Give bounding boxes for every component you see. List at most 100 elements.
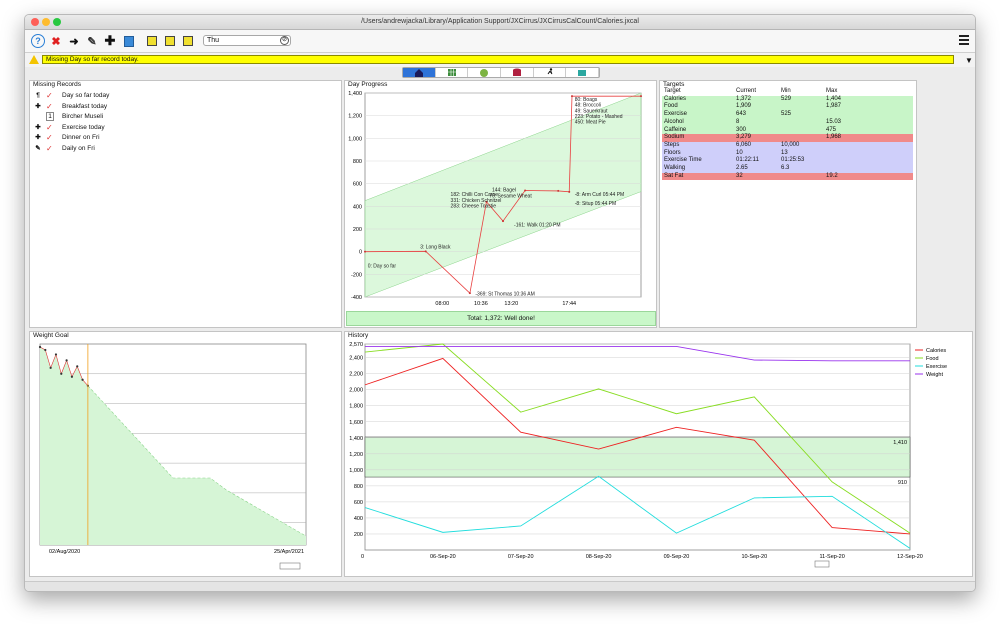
data-label: -161: Walk 01:20 PM xyxy=(514,223,561,229)
target-row[interactable]: Exercise 643 525 xyxy=(662,111,913,119)
target-row[interactable]: Floors 10 13 xyxy=(662,149,913,158)
target-row[interactable]: Steps 6,060 10,000 xyxy=(662,141,913,150)
progress-point xyxy=(524,189,527,192)
legend-label: Calories xyxy=(926,348,946,354)
band-high-label: 1,410 xyxy=(893,440,907,446)
calendar-week-icon[interactable] xyxy=(163,34,177,48)
target-cell: 1,909 xyxy=(736,103,752,110)
missing-record-label: Breakfast today xyxy=(62,102,108,110)
dropdown-triangle-icon[interactable]: ▼ xyxy=(965,56,973,65)
hamburger-menu-icon[interactable] xyxy=(959,35,969,45)
target-cell: Walking xyxy=(664,164,686,171)
target-row[interactable]: Alcohol 8 15.03 xyxy=(662,118,913,127)
target-cell: Sat Fat xyxy=(664,172,684,179)
missing-record-item[interactable]: ✚ ✓ Exercise today xyxy=(32,123,332,133)
fork-knife-icon: ¶ xyxy=(36,92,40,99)
delete-icon[interactable]: ✖ xyxy=(49,34,63,48)
history-panel: History 2,570 2,400 2,200 2,000 1,800 1,600 1,… xyxy=(344,331,973,577)
missing-record-label: Daily on Fri xyxy=(62,144,95,152)
progress-point xyxy=(571,95,573,98)
missing-record-label: Exercise today xyxy=(62,123,105,131)
food-apple-icon[interactable] xyxy=(468,68,502,77)
target-row[interactable]: Exercise Time 01:22:11 01:25:53 xyxy=(662,157,913,165)
status-bar xyxy=(25,581,975,591)
target-cell: 1,968 xyxy=(826,134,842,141)
data-label: -8: Situp 05:44 PM xyxy=(575,201,616,207)
day-selector[interactable]: Thu ⊘ xyxy=(203,35,291,46)
missing-record-item[interactable]: ✚ ✓ Dinner on Fri xyxy=(32,133,332,143)
target-cell: 13 xyxy=(781,149,788,156)
y-tick-label: 2,400 xyxy=(349,356,363,362)
target-cell xyxy=(779,173,824,181)
missing-record-item[interactable]: ✎ ✓ Daily on Fri xyxy=(32,144,332,154)
help-icon[interactable]: ? xyxy=(31,34,45,48)
targets-header-row: Target Current Min Max xyxy=(662,88,913,96)
x-tick-label: 10-Sep-20 xyxy=(741,554,767,560)
target-row[interactable]: Sat Fat 32 19.2 xyxy=(662,172,913,181)
legend-label: Food xyxy=(926,356,939,362)
add-icon[interactable]: ✚ xyxy=(103,33,117,48)
target-cell: 3,279 xyxy=(736,134,752,141)
weight-goal-title: Weight Goal xyxy=(33,332,69,339)
x-tick-label: 25/Apr/2021 xyxy=(274,549,304,555)
database-icon[interactable] xyxy=(501,68,534,77)
target-row[interactable]: Food 1,909 1,987 xyxy=(662,103,913,112)
target-cell: 8 xyxy=(736,118,740,125)
target-cell: Steps xyxy=(664,141,680,148)
weight-goal-chart: 92908886848202/Aug/202025/Apr/2021 xyxy=(38,343,307,570)
forward-arrow-icon[interactable]: ➜ xyxy=(67,34,81,48)
home-icon[interactable] xyxy=(403,68,436,77)
chart-icon[interactable] xyxy=(566,68,600,77)
target-cell xyxy=(824,142,913,150)
progress-point xyxy=(568,190,571,193)
target-row[interactable]: Sodium 3,279 1,968 xyxy=(662,134,913,142)
warning-bar: Missing Day so far record today. xyxy=(42,55,954,64)
target-cell: Exercise xyxy=(664,111,688,118)
x-tick-label: 08-Sep-20 xyxy=(586,554,612,560)
target-cell: Calories xyxy=(664,95,687,102)
edit-icon[interactable]: ✎ xyxy=(85,34,99,48)
weight-point xyxy=(65,359,68,362)
y-tick-label: 1,200 xyxy=(349,452,363,458)
exercise-runner-icon[interactable] xyxy=(534,68,567,77)
target-cell: 19.2 xyxy=(826,172,838,179)
check-icon: ✓ xyxy=(46,101,53,111)
y-tick-label: 1,800 xyxy=(349,404,363,410)
target-band xyxy=(364,436,911,478)
data-label: 76: Sesame Wheat xyxy=(489,193,532,199)
x-tick-label: 06-Sep-20 xyxy=(430,554,456,560)
target-cell: 15.03 xyxy=(826,118,842,125)
target-row[interactable]: Walking 2.65 6.3 xyxy=(662,164,913,173)
target-cell xyxy=(779,126,824,134)
missing-record-item[interactable]: 1 Bircher Museli xyxy=(32,112,332,122)
target-row[interactable]: Caffeine 300 475 xyxy=(662,126,913,135)
y-tick-label: 800 xyxy=(353,159,362,165)
y-tick-label: 1,600 xyxy=(349,420,363,426)
missing-record-item[interactable]: ✚ ✓ Breakfast today xyxy=(32,102,332,112)
y-tick-label: 200 xyxy=(353,227,362,233)
notepad-icon[interactable] xyxy=(122,34,136,48)
missing-record-item[interactable]: ¶ ✓ Day so far today xyxy=(32,91,332,101)
calendar-month-icon[interactable] xyxy=(181,34,195,48)
y-tick-label: 1,400 xyxy=(348,91,362,97)
data-label: -8: Arm Curl 05:44 PM xyxy=(575,192,624,198)
weight-point xyxy=(60,372,63,375)
target-cell xyxy=(779,119,824,127)
missing-records-panel: Missing Records ¶ ✓ Day so far today ✚ ✓ Brea… xyxy=(29,80,342,328)
history-title: History xyxy=(348,332,369,339)
target-cell xyxy=(824,150,913,158)
targets-table: Target Current Min Max Calories 1,372 529 1,40… xyxy=(662,88,913,181)
calendar-grid-icon[interactable] xyxy=(436,68,469,77)
calendar-day-icon[interactable] xyxy=(145,34,159,48)
targets-column-header: Max xyxy=(824,88,913,96)
data-label: -369: St Thomas 10:36 AM xyxy=(475,291,534,297)
progress-point xyxy=(364,250,366,253)
target-cell: 6.3 xyxy=(781,164,790,171)
go-button[interactable]: ⊘ xyxy=(280,36,289,45)
target-row[interactable]: Calories 1,372 529 1,404 xyxy=(662,95,913,104)
x-tick-label: 13:20 xyxy=(504,301,518,307)
plus-icon: ✚ xyxy=(35,102,41,110)
x-tick-label: 17:44 xyxy=(562,301,576,307)
progress-point xyxy=(640,95,642,98)
missing-record-label: Bircher Museli xyxy=(62,113,104,120)
